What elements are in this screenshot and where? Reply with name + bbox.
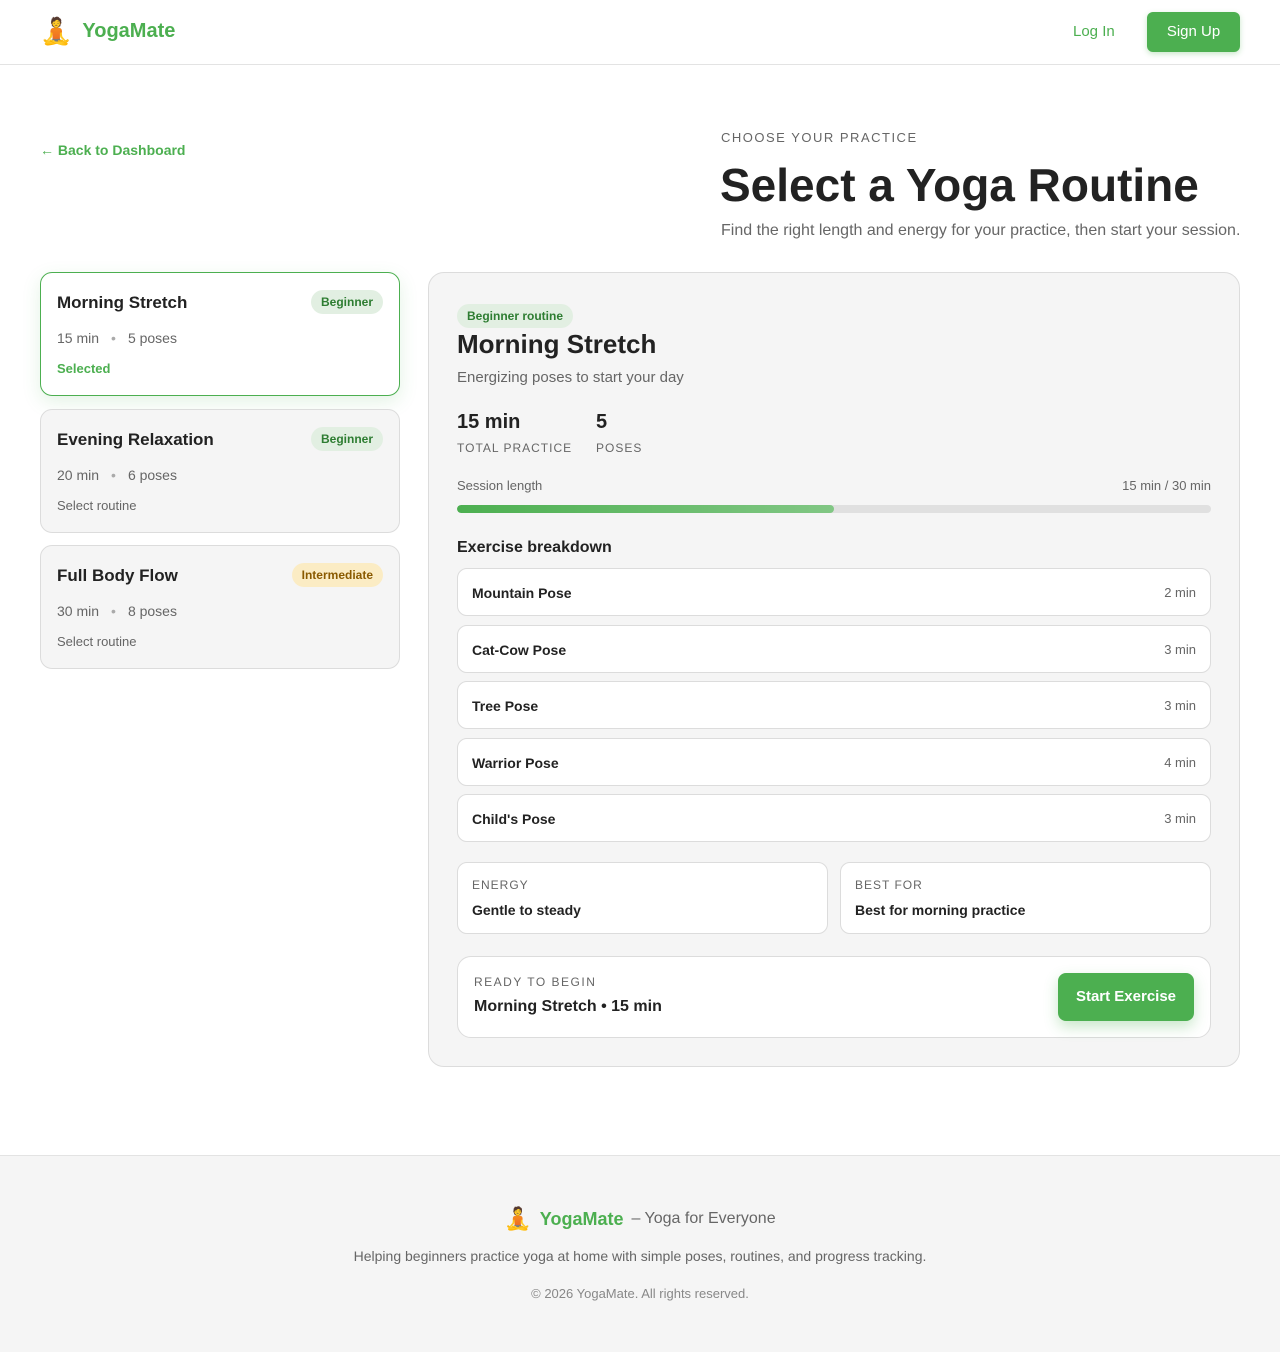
routine-poses: 8 poses [127, 603, 177, 619]
routine-meta: 30 min • 8 poses [57, 602, 177, 620]
routine-meta: 15 min • 5 poses [57, 329, 177, 347]
routine-status: Select routine [57, 498, 137, 513]
exercise-name: Cat-Cow Pose [472, 641, 567, 658]
routine-card-evening-relaxation[interactable]: Evening Relaxation Beginner 20 min • 6 p… [40, 409, 400, 533]
exercise-duration: 2 min [1164, 585, 1196, 600]
exercise-name: Mountain Pose [472, 585, 572, 601]
routine-title: Full Body Flow [57, 566, 178, 585]
stat-value: 15 min [457, 411, 521, 433]
page-title: Select a Yoga Routine [720, 159, 1199, 211]
meditation-icon: 🧘 [504, 1206, 532, 1231]
best-for-card: BEST FOR Best for morning practice [840, 862, 1211, 934]
routine-meta: 20 min • 6 poses [57, 466, 177, 484]
exercise-duration: 4 min [1164, 754, 1196, 770]
stat-value: 5 [596, 411, 608, 433]
session-length-label: Session length [457, 478, 543, 493]
exercise-row: Cat-Cow Pose 3 min [457, 624, 1211, 673]
exercise-duration: 3 min [1164, 698, 1196, 713]
site-header: 🧘 YogaMate Log In Sign Up [0, 0, 1280, 65]
exercise-name: Child's Pose [472, 811, 556, 827]
best-for-value: Best for morning practice [855, 902, 1026, 918]
site-footer: 🧘 YogaMate – Yoga for Everyone Helping b… [0, 1155, 1280, 1352]
brand-logo[interactable]: 🧘 YogaMate [40, 16, 175, 46]
routine-status: Select routine [57, 634, 137, 649]
footer-tagline: – Yoga for Everyone [631, 1210, 776, 1227]
stat-total-practice: 15 min TOTAL PRACTICE [457, 410, 572, 456]
session-length-value: 15 min / 30 min [1122, 478, 1211, 493]
routine-detail-title: Morning Stretch [457, 329, 657, 359]
signup-button[interactable]: Sign Up [1147, 12, 1240, 52]
footer-brand-name: YogaMate [539, 1209, 624, 1229]
session-length-bar [457, 505, 1211, 513]
page-subtitle: Find the right length and energy for you… [721, 222, 1241, 239]
routine-title: Morning Stretch [57, 293, 188, 312]
routine-card-morning-stretch[interactable]: Morning Stretch Beginner 15 min • 5 pose… [40, 272, 400, 396]
routine-status: Selected [57, 361, 111, 376]
start-exercise-button[interactable]: Start Exercise [1058, 973, 1194, 1021]
footer-description: Helping beginners practice yoga at home … [353, 1248, 927, 1264]
routine-card-full-body-flow[interactable]: Full Body Flow Intermediate 30 min • 8 p… [40, 545, 400, 669]
separator-dot: • [111, 330, 116, 346]
brand-name: YogaMate [82, 20, 176, 42]
page-eyebrow: CHOOSE YOUR PRACTICE [721, 130, 918, 145]
stat-label: TOTAL PRACTICE [457, 441, 573, 455]
routine-description: Energizing poses to start your day [457, 369, 684, 386]
best-for-label: BEST FOR [855, 878, 923, 892]
routine-poses: 6 poses [127, 467, 177, 483]
routine-duration: 15 min [57, 330, 100, 346]
level-badge: Beginner [310, 290, 383, 314]
exercise-name: Warrior Pose [472, 754, 559, 771]
ready-to-begin-card: READY TO BEGIN Morning Stretch • 15 min … [457, 956, 1211, 1038]
meditation-icon: 🧘 [40, 16, 73, 46]
exercise-row: Tree Pose 3 min [457, 681, 1211, 729]
level-badge: Intermediate [291, 563, 383, 587]
exercise-row: Child's Pose 3 min [457, 794, 1211, 842]
separator-dot: • [111, 467, 116, 483]
routine-duration: 20 min [57, 467, 100, 483]
login-link[interactable]: Log In [1073, 22, 1115, 42]
energy-card: ENERGY Gentle to steady [457, 862, 828, 934]
exercise-row: Mountain Pose 2 min [457, 568, 1211, 616]
footer-brand: 🧘 YogaMate – Yoga for Everyone [0, 1206, 1280, 1232]
level-badge: Beginner [310, 427, 383, 451]
exercise-row: Warrior Pose 4 min [457, 737, 1211, 786]
routine-detail-panel: Beginner routine Morning Stretch Energiz… [428, 272, 1240, 1067]
energy-value: Gentle to steady [472, 902, 581, 918]
stat-label: POSES [596, 441, 643, 455]
exercise-name: Tree Pose [472, 698, 539, 714]
stat-poses: 5 POSES [596, 410, 642, 456]
session-length-fill [457, 505, 834, 513]
routine-duration: 30 min [57, 603, 100, 619]
exercise-breakdown-title: Exercise breakdown [457, 539, 612, 556]
energy-label: ENERGY [472, 878, 529, 892]
exercise-duration: 3 min [1164, 811, 1196, 826]
routine-poses: 5 poses [127, 330, 177, 346]
separator-dot: • [111, 603, 116, 619]
exercise-list: Mountain Pose 2 min Cat-Cow Pose 3 min T… [457, 568, 1211, 851]
exercise-duration: 3 min [1164, 641, 1196, 657]
routine-title: Evening Relaxation [57, 430, 214, 449]
footer-copyright: © 2026 YogaMate. All rights reserved. [531, 1286, 749, 1301]
routine-level-badge: Beginner routine [457, 304, 574, 328]
ready-summary: Morning Stretch • 15 min [474, 998, 662, 1015]
back-to-dashboard-link[interactable]: ← Back to Dashboard [40, 141, 185, 159]
ready-label: READY TO BEGIN [474, 975, 597, 989]
